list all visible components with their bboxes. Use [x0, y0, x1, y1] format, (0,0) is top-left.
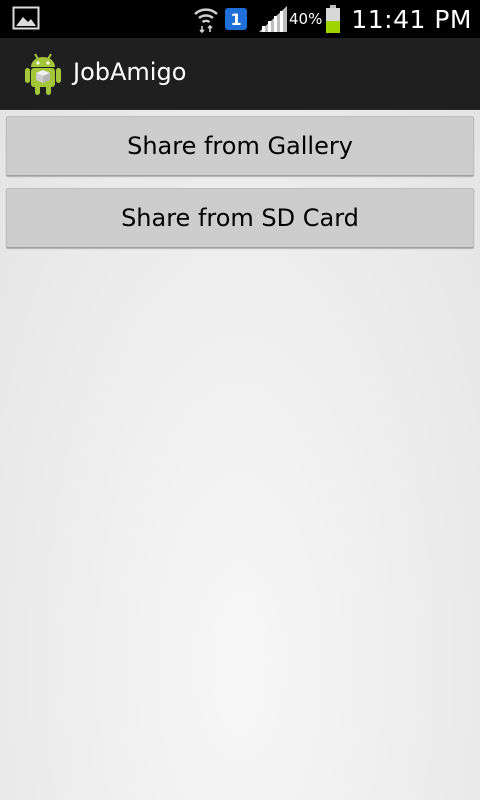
share-from-sd-card-button[interactable]: Share from SD Card	[6, 188, 474, 248]
android-icon[interactable]	[23, 51, 63, 101]
app-title: JobAmigo	[73, 58, 187, 86]
image-notification-icon	[12, 6, 40, 34]
battery-icon	[325, 5, 341, 33]
clock: 11:41 PM	[351, 4, 472, 34]
signal-icon	[259, 6, 288, 32]
action-bar: JobAmigo	[0, 38, 480, 110]
status-bar: 1 40% 11:41 PM	[0, 0, 480, 38]
content-area: Share from Gallery Share from SD Card	[0, 110, 480, 800]
battery-percent: 40%	[289, 10, 323, 28]
wifi-icon	[193, 5, 219, 33]
share-from-gallery-button[interactable]: Share from Gallery	[6, 116, 474, 176]
sim-badge: 1	[225, 8, 248, 30]
